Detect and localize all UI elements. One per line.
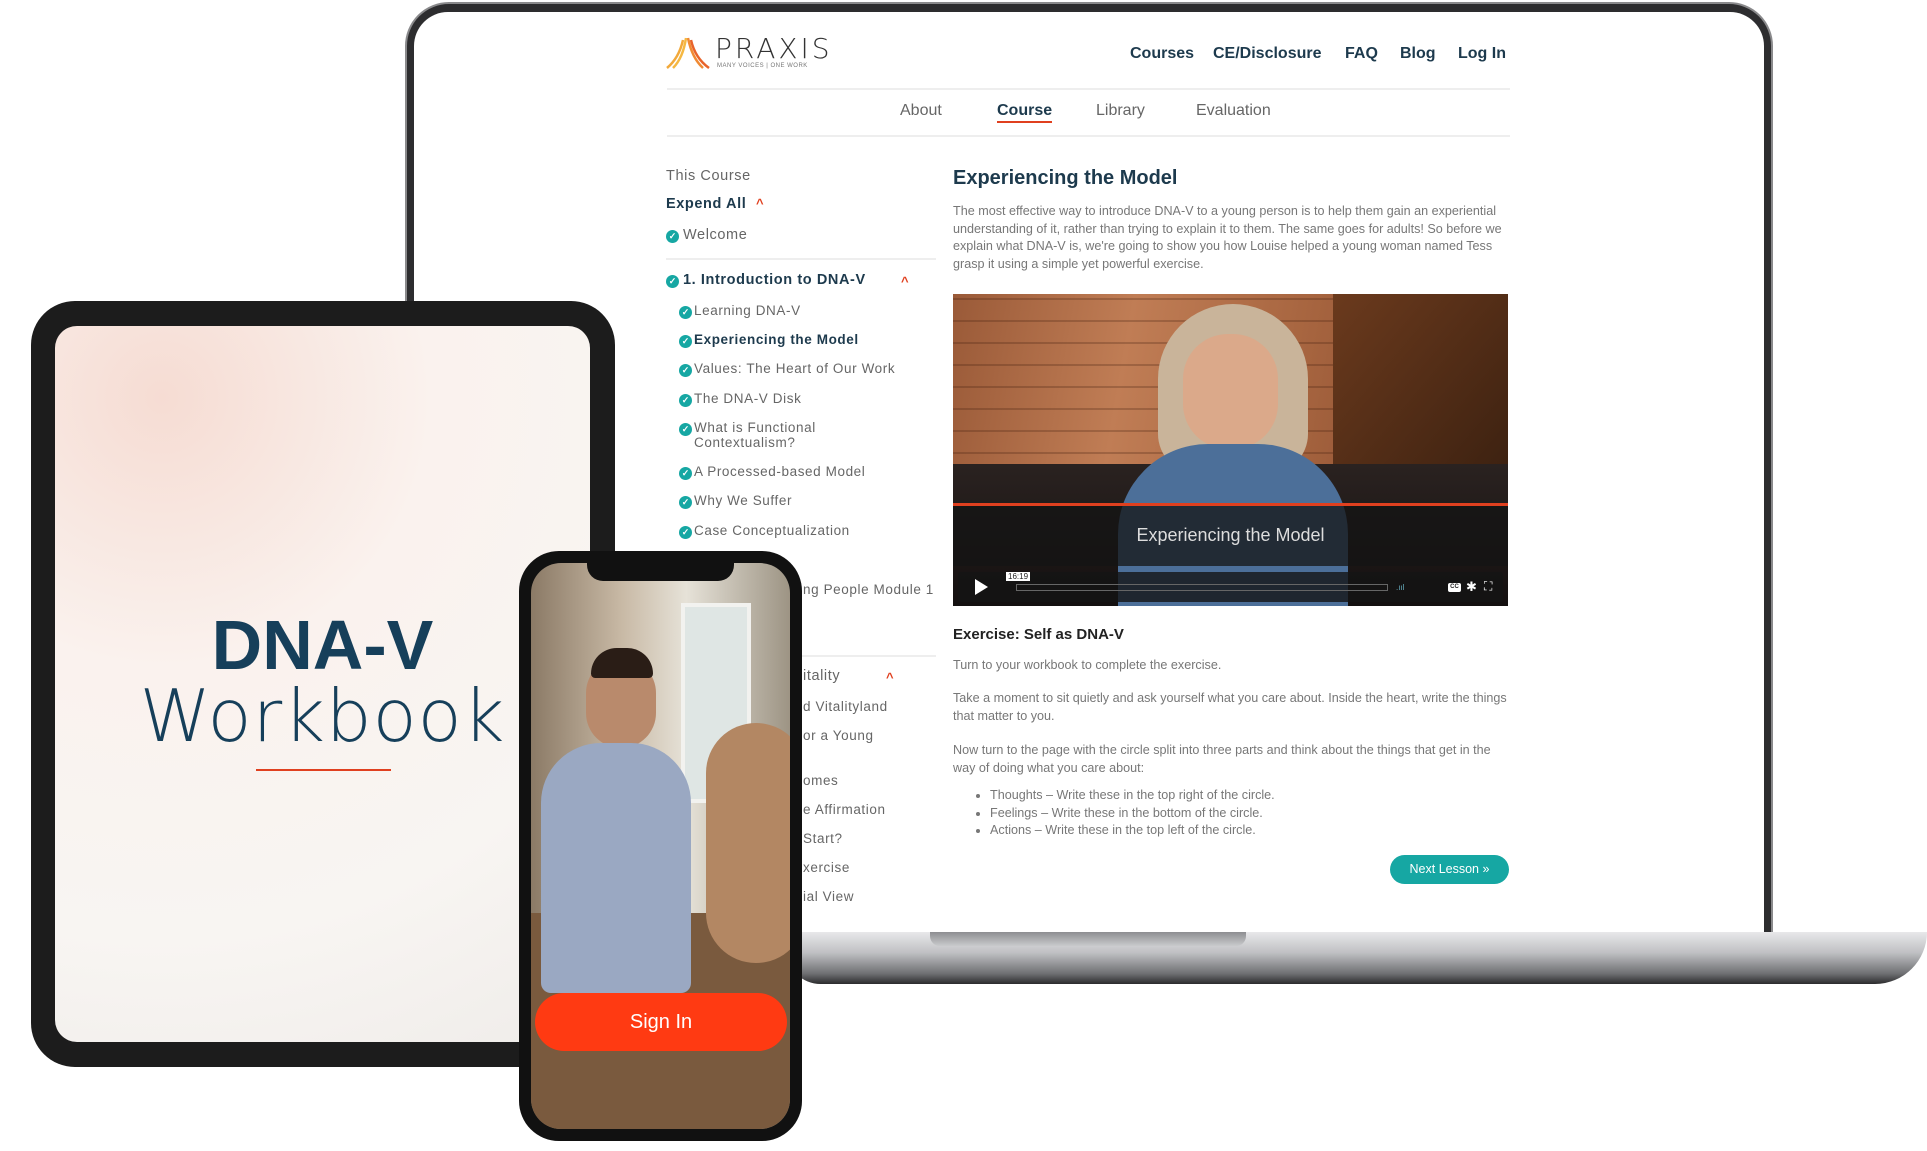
lesson-values[interactable]: Values: The Heart of Our Work xyxy=(694,361,895,376)
check-icon: ✓ xyxy=(679,467,692,480)
next-lesson-button[interactable]: Next Lesson » xyxy=(1390,855,1509,884)
exercise-p2: Take a moment to sit quietly and ask you… xyxy=(953,691,1507,723)
lesson-case-conceptualization[interactable]: Case Conceptualization xyxy=(694,523,850,538)
video-player[interactable]: Experiencing the Model 16:19 .ııl CC ✱ ⛶ xyxy=(953,294,1508,606)
lesson-title: Experiencing the Model xyxy=(953,167,1178,189)
phone-photo-woman xyxy=(706,723,790,963)
cc-icon[interactable]: CC xyxy=(1448,583,1461,592)
nav-courses[interactable]: Courses xyxy=(1130,45,1194,63)
sidebar-heading: This Course xyxy=(666,168,751,184)
lesson-why-we-suffer[interactable]: Why We Suffer xyxy=(694,493,792,508)
header-divider xyxy=(667,88,1510,90)
lesson-experiencing-the-model[interactable]: Experiencing the Model xyxy=(694,332,859,347)
check-icon: ✓ xyxy=(679,423,692,436)
logo-wordmark: PRAXIS xyxy=(715,32,833,65)
bullet-feelings: Feelings – Write these in the bottom of … xyxy=(990,805,1490,823)
chevron-up-icon[interactable]: ^ xyxy=(901,274,909,289)
exercise-bullets: Thoughts – Write these in the top right … xyxy=(990,787,1490,840)
video-progress-bar[interactable] xyxy=(1016,584,1388,591)
check-icon: ✓ xyxy=(679,306,692,319)
sidebar-divider xyxy=(666,258,936,260)
volume-icon[interactable]: .ııl xyxy=(1396,583,1404,592)
logo-tagline: MANY VOICES | ONE WORK xyxy=(717,63,808,69)
check-icon: ✓ xyxy=(679,526,692,539)
lesson-partial[interactable]: ng People Module 1 xyxy=(803,582,934,597)
chevron-up-icon[interactable]: ^ xyxy=(886,670,894,685)
expand-all-button[interactable]: Expend All xyxy=(666,196,746,212)
lesson-functional-contextualism-line2[interactable]: Contextualism? xyxy=(694,435,795,450)
nav-ce-disclosure[interactable]: CE/Disclosure xyxy=(1213,45,1321,63)
exercise-p1: Turn to your workbook to complete the ex… xyxy=(953,658,1222,672)
video-face xyxy=(1183,334,1278,449)
module-2-title-partial[interactable]: itality xyxy=(803,668,840,684)
nav-login[interactable]: Log In xyxy=(1458,45,1506,63)
bullet-thoughts: Thoughts – Write these in the top right … xyxy=(990,787,1490,805)
lesson-partial[interactable]: omes xyxy=(803,773,838,788)
chevron-up-icon[interactable]: ^ xyxy=(756,196,764,211)
lesson-intro: The most effective way to introduce DNA-… xyxy=(953,204,1502,271)
settings-gear-icon[interactable]: ✱ xyxy=(1466,579,1477,595)
lesson-dna-v-disk[interactable]: The DNA-V Disk xyxy=(694,391,801,406)
check-icon: ✓ xyxy=(679,364,692,377)
check-icon: ✓ xyxy=(679,335,692,348)
sidebar-item-welcome[interactable]: Welcome xyxy=(683,227,747,243)
tabs-divider xyxy=(667,135,1510,137)
lesson-functional-contextualism[interactable]: What is Functional xyxy=(694,420,816,435)
check-icon: ✓ xyxy=(679,394,692,407)
phone-notch xyxy=(587,563,734,581)
tab-evaluation[interactable]: Evaluation xyxy=(1196,102,1271,120)
workbook-title-workbook: Workbook xyxy=(139,674,506,758)
lesson-partial[interactable]: or a Young xyxy=(803,728,874,743)
lesson-partial[interactable]: Start? xyxy=(803,831,843,846)
phone-photo-man-hair xyxy=(591,648,653,678)
nav-faq[interactable]: FAQ xyxy=(1345,45,1378,63)
tab-about[interactable]: About xyxy=(900,102,942,120)
video-caption: Experiencing the Model xyxy=(953,506,1508,566)
exercise-p3: Now turn to the page with the circle spl… xyxy=(953,743,1491,775)
video-time: 16:19 xyxy=(1006,572,1031,581)
check-icon: ✓ xyxy=(679,496,692,509)
check-icon: ✓ xyxy=(666,275,679,288)
lesson-partial[interactable]: d Vitalityland xyxy=(803,699,888,714)
nav-blog[interactable]: Blog xyxy=(1400,45,1436,63)
exercise-title: Exercise: Self as DNA-V xyxy=(953,626,1124,643)
play-icon[interactable] xyxy=(975,579,988,595)
logo-flame-icon xyxy=(666,37,710,70)
sign-in-button[interactable]: Sign In xyxy=(535,993,787,1051)
module-1-title[interactable]: 1. Introduction to DNA-V xyxy=(683,272,866,288)
phone-photo-man-shirt xyxy=(541,743,691,993)
tab-library[interactable]: Library xyxy=(1096,102,1145,120)
check-icon: ✓ xyxy=(666,230,679,243)
tab-course[interactable]: Course xyxy=(997,102,1053,123)
lesson-partial[interactable]: xercise xyxy=(803,860,850,875)
title-underline xyxy=(256,769,391,771)
fullscreen-icon[interactable]: ⛶ xyxy=(1484,579,1492,594)
workbook-title-dna-v: DNA-V xyxy=(211,606,434,684)
lesson-partial[interactable]: e Affirmation xyxy=(803,802,886,817)
lesson-process-based-model[interactable]: A Processed-based Model xyxy=(694,464,865,479)
laptop-hinge xyxy=(930,932,1246,946)
lesson-learning-dna-v[interactable]: Learning DNA-V xyxy=(694,303,801,318)
lesson-partial[interactable]: ial View xyxy=(803,889,854,904)
bullet-actions: Actions – Write these in the top left of… xyxy=(990,822,1490,840)
